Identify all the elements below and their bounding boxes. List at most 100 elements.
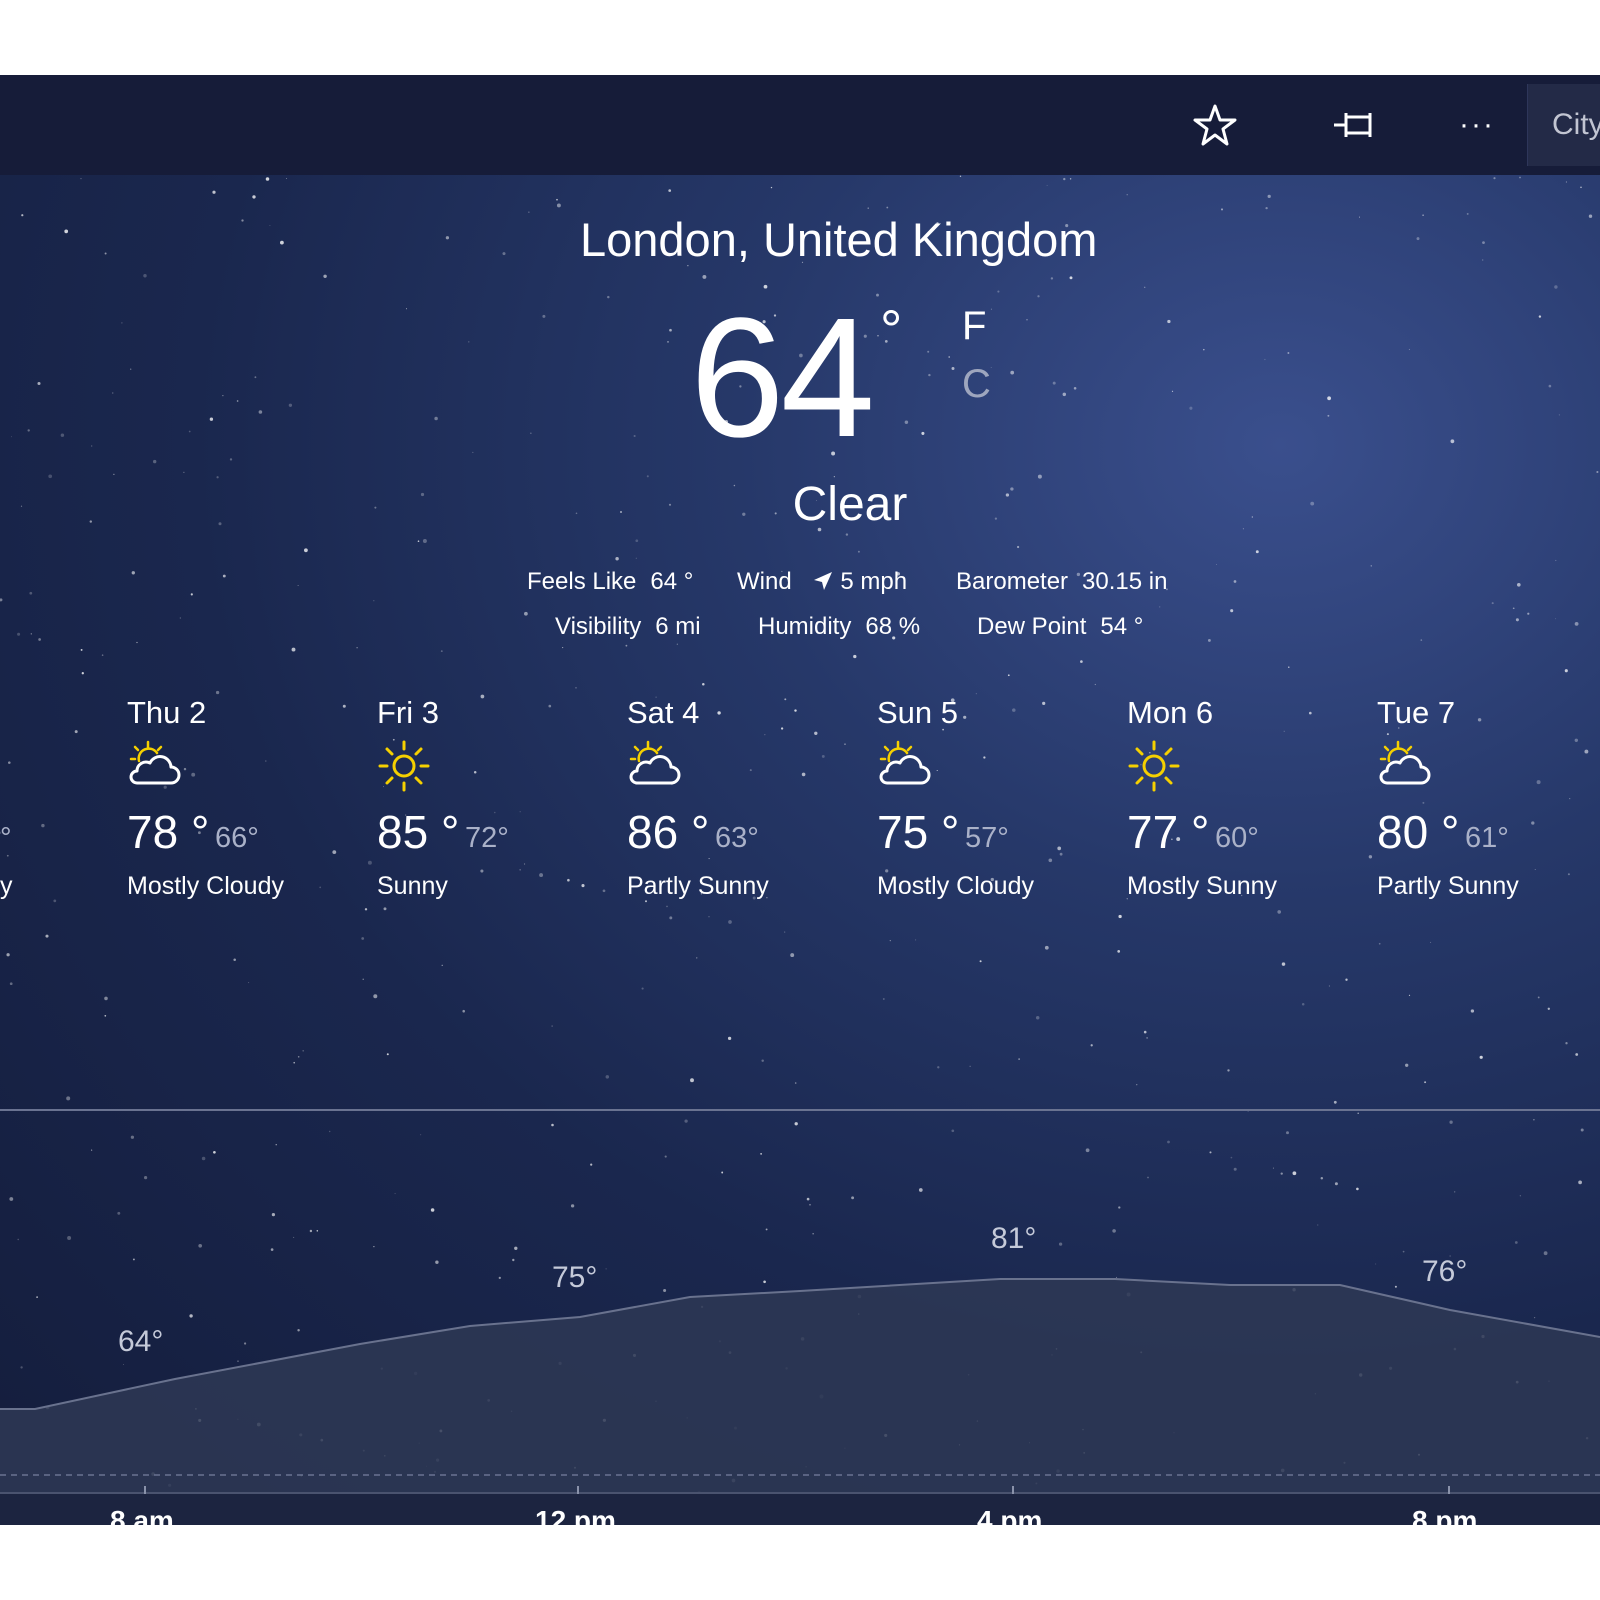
star-dot [539, 873, 544, 878]
unit-celsius-toggle[interactable]: C [962, 362, 991, 407]
star-dot [562, 647, 564, 649]
star-dot [1564, 669, 1568, 673]
star-dot [11, 436, 12, 438]
more-button[interactable]: ··· [1449, 97, 1505, 153]
star-dot [136, 641, 138, 644]
star-dot [494, 811, 496, 814]
star-dot [81, 672, 84, 675]
forecast-condition: Mostly Cloudy [127, 872, 284, 900]
sun-icon [1128, 740, 1180, 792]
star-dot [1207, 638, 1211, 642]
star-dot [113, 473, 115, 476]
star-dot [222, 395, 224, 397]
hourly-temp-label: 75° [552, 1261, 598, 1294]
star-dot [951, 367, 955, 370]
forecast-low: 72° [465, 822, 509, 854]
star-dot [702, 274, 707, 279]
star-dot [524, 611, 528, 616]
star-dot [749, 769, 752, 772]
star-dot [188, 430, 191, 433]
star-dot [1345, 978, 1348, 981]
forecast-condition: Mostly Sunny [1127, 872, 1278, 900]
star-dot [1422, 214, 1424, 217]
star-dot [1555, 618, 1557, 620]
star-dot [445, 236, 450, 240]
star-dot [530, 432, 532, 434]
star-dot [248, 982, 250, 984]
star-dot [1580, 186, 1582, 189]
star-dot [367, 860, 372, 865]
star-dot [121, 322, 123, 324]
degree-symbol: ° [880, 298, 903, 361]
star-dot [233, 958, 236, 961]
star-dot [519, 869, 521, 871]
star-dot [361, 937, 365, 940]
star-dot [528, 211, 530, 213]
star-dot [876, 293, 879, 297]
feels-like-label: Feels Like [527, 568, 637, 595]
star-dot [1491, 602, 1494, 605]
star-dot [304, 548, 308, 553]
more-icon: ··· [1459, 108, 1495, 141]
star-dot [1283, 730, 1285, 732]
barometer: Barometer 30.15 in [956, 568, 1167, 596]
star-dot [1026, 319, 1028, 321]
star-dot [556, 203, 561, 208]
star-dot [258, 410, 263, 414]
humidity-value: 68 % [865, 613, 921, 640]
star-dot [241, 219, 244, 222]
current-temperature: 64 [690, 283, 875, 473]
hourly-time-label: 12 pm [535, 1505, 616, 1525]
star-dot [265, 760, 267, 762]
forecast-high: 77 ° [1127, 806, 1210, 858]
hourly-chart[interactable]: 64° 75° 81° 76° 8 am 12 pm 4 pm 8 pm [0, 1109, 1600, 1525]
star-dot [1537, 996, 1540, 999]
star-dot [915, 939, 917, 941]
star-dot [605, 1075, 610, 1079]
forecast-day-name: Sat 4 [627, 695, 700, 730]
star-dot [1493, 177, 1496, 180]
star-dot [764, 734, 766, 736]
star-dot [286, 178, 288, 179]
star-dot [857, 550, 860, 553]
star-dot [948, 356, 951, 358]
star-dot [770, 186, 773, 189]
star-dot [293, 1061, 295, 1064]
star-dot [1264, 358, 1266, 361]
star-dot [332, 850, 337, 855]
star-dot [8, 761, 11, 764]
search-input[interactable] [1528, 84, 1600, 166]
star-dot [633, 434, 636, 438]
star-dot [1574, 622, 1579, 626]
star-dot [280, 240, 284, 245]
star-dot [959, 175, 962, 177]
current-condition: Clear [792, 478, 908, 531]
star-dot [1136, 1084, 1138, 1086]
star-dot [548, 704, 552, 708]
star-dot [1547, 1007, 1550, 1010]
star-dot [1073, 387, 1077, 390]
star-dot [422, 539, 427, 543]
star-dot [1094, 683, 1096, 686]
forecast-condition: y [0, 872, 13, 900]
star-dot [417, 540, 420, 543]
star-dot [794, 1082, 797, 1084]
forecast-high: 85 ° [377, 806, 460, 858]
star-dot [1567, 873, 1570, 876]
star-dot [190, 593, 193, 596]
search-box[interactable] [1527, 84, 1600, 166]
star-dot [963, 715, 967, 719]
star-dot [441, 964, 443, 966]
unit-fahrenheit-toggle[interactable]: F [962, 304, 986, 349]
star-dot [212, 190, 216, 194]
visibility-label: Visibility [555, 613, 642, 640]
hourly-temp-label: 76° [1422, 1255, 1468, 1288]
favorite-button[interactable] [1187, 97, 1243, 153]
star-dot [667, 341, 669, 343]
pin-button[interactable] [1328, 97, 1384, 153]
star-dot [356, 646, 358, 649]
star-dot [936, 769, 938, 772]
star-dot [1479, 1055, 1483, 1059]
star-dot [1018, 1058, 1020, 1060]
star-dot [21, 214, 24, 217]
